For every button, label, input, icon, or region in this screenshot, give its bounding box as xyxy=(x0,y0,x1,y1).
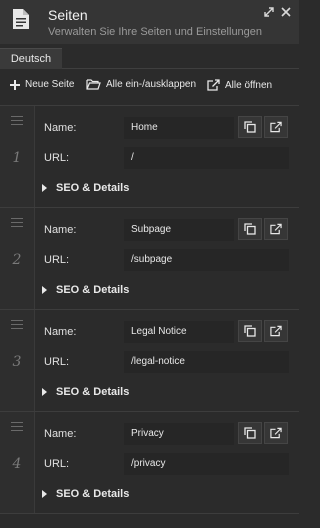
caret-right-icon xyxy=(42,388,47,396)
seo-details-toggle[interactable]: SEO & Details xyxy=(42,488,129,500)
panel-title: Seiten xyxy=(48,7,88,23)
copy-icon xyxy=(244,325,256,337)
name-label: Name: xyxy=(44,326,77,338)
url-field[interactable]: / xyxy=(124,147,289,169)
seo-details-label: SEO & Details xyxy=(56,386,130,398)
seo-details-label: SEO & Details xyxy=(56,488,130,500)
seo-details-toggle[interactable]: SEO & Details xyxy=(42,386,129,398)
grip-icon xyxy=(11,422,23,434)
page-row: 1 Name: Home URL: / SEO & Details xyxy=(0,105,299,207)
external-link-icon xyxy=(270,121,282,133)
name-field[interactable]: Privacy xyxy=(124,423,234,445)
seo-details-toggle[interactable]: SEO & Details xyxy=(42,182,129,194)
close-icon[interactable] xyxy=(281,7,291,17)
toggle-all-button[interactable]: Alle ein-/ausklappen xyxy=(86,79,196,90)
open-page-button[interactable] xyxy=(264,320,288,342)
copy-icon xyxy=(244,121,256,133)
drag-handle[interactable]: 2 xyxy=(0,208,35,309)
url-label: URL: xyxy=(44,152,70,164)
url-field[interactable]: /subpage xyxy=(124,249,289,271)
page-row: 4 Name: Privacy URL: /privacy SEO & Deta… xyxy=(0,411,299,513)
drag-handle[interactable]: 1 xyxy=(0,106,35,207)
folder-open-icon xyxy=(86,79,101,90)
external-link-icon xyxy=(270,223,282,235)
url-label: URL: xyxy=(44,254,70,266)
seo-details-toggle[interactable]: SEO & Details xyxy=(42,284,129,296)
page-number: 1 xyxy=(12,150,22,166)
name-label: Name: xyxy=(44,224,77,236)
page-row: 2 Name: Subpage URL: /subpage SEO & Deta… xyxy=(0,207,299,309)
document-icon xyxy=(13,9,29,29)
name-field[interactable]: Legal Notice xyxy=(124,321,234,343)
plus-icon xyxy=(10,79,20,90)
open-page-button[interactable] xyxy=(264,116,288,138)
caret-right-icon xyxy=(42,490,47,498)
copy-button[interactable] xyxy=(238,320,262,342)
name-field[interactable]: Subpage xyxy=(124,219,234,241)
new-page-button[interactable]: Neue Seite xyxy=(10,79,74,90)
caret-right-icon xyxy=(42,184,47,192)
copy-icon xyxy=(244,223,256,235)
drag-handle[interactable]: 3 xyxy=(0,310,35,411)
open-all-label: Alle öffnen xyxy=(225,79,273,91)
copy-icon xyxy=(244,427,256,439)
toggle-all-label: Alle ein-/ausklappen xyxy=(106,79,197,90)
page-number: 3 xyxy=(12,354,22,370)
grip-icon xyxy=(11,218,23,230)
url-label: URL: xyxy=(44,356,70,368)
url-field[interactable]: /legal-notice xyxy=(124,351,289,373)
name-label: Name: xyxy=(44,428,77,440)
external-link-icon xyxy=(207,79,220,91)
caret-right-icon xyxy=(42,286,47,294)
open-all-button[interactable]: Alle öffnen xyxy=(207,79,272,91)
external-link-icon xyxy=(270,427,282,439)
name-label: Name: xyxy=(44,122,77,134)
external-link-icon xyxy=(270,325,282,337)
seo-details-label: SEO & Details xyxy=(56,182,130,194)
grip-icon xyxy=(11,116,23,128)
copy-button[interactable] xyxy=(238,422,262,444)
grip-icon xyxy=(11,320,23,332)
page-number: 4 xyxy=(12,456,22,472)
url-field[interactable]: /privacy xyxy=(124,453,289,475)
url-label: URL: xyxy=(44,458,70,470)
language-tabs: Deutsch xyxy=(0,44,299,69)
copy-button[interactable] xyxy=(238,116,262,138)
copy-button[interactable] xyxy=(238,218,262,240)
panel-header: Seiten Verwalten Sie Ihre Seiten und Ein… xyxy=(0,0,299,44)
new-page-label: Neue Seite xyxy=(25,79,75,90)
page-number: 2 xyxy=(12,252,22,268)
open-page-button[interactable] xyxy=(264,218,288,240)
expand-icon[interactable] xyxy=(264,7,274,17)
page-row: 3 Name: Legal Notice URL: /legal-notice … xyxy=(0,309,299,411)
tab-deutsch[interactable]: Deutsch xyxy=(0,48,62,69)
toolbar: Neue Seite Alle ein-/ausklappen Alle öff… xyxy=(0,69,299,105)
open-page-button[interactable] xyxy=(264,422,288,444)
seo-details-label: SEO & Details xyxy=(56,284,130,296)
panel-subtitle: Verwalten Sie Ihre Seiten und Einstellun… xyxy=(48,26,263,38)
name-field[interactable]: Home xyxy=(124,117,234,139)
list-end-divider xyxy=(0,513,299,528)
drag-handle[interactable]: 4 xyxy=(0,412,35,513)
